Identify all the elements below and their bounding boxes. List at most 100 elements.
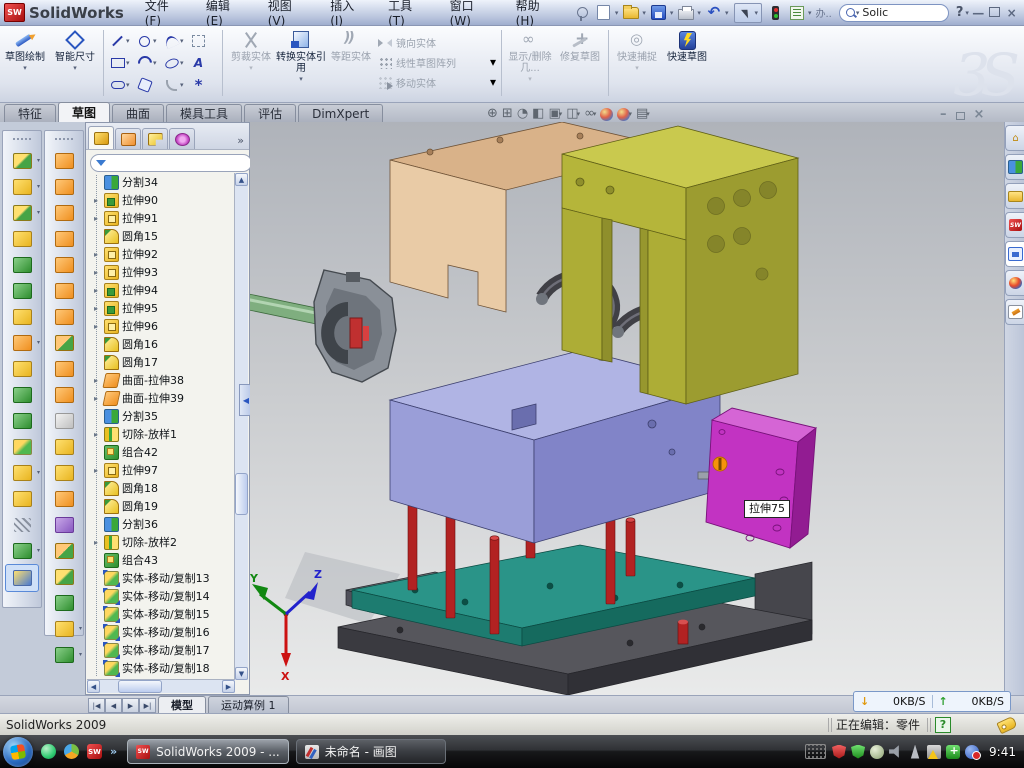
tree-item[interactable]: 实体-移动/复制14: [91, 587, 235, 605]
sketch-selbox-tool[interactable]: [190, 30, 217, 52]
expand-arrow[interactable]: ▸: [91, 466, 101, 475]
revolved-cut-button[interactable]: [3, 278, 41, 304]
menu-item[interactable]: 视图(V): [257, 0, 319, 25]
dropdown-caret[interactable]: ▾: [180, 37, 184, 45]
tree-item[interactable]: ▸拉伸95: [91, 299, 235, 317]
chamfer-button[interactable]: [3, 226, 41, 252]
filter-input[interactable]: [110, 157, 246, 170]
tree-item[interactable]: 组合43: [91, 551, 235, 569]
expand-arrow[interactable]: ▸: [91, 304, 101, 313]
tree-item[interactable]: 实体-移动/复制17: [91, 641, 235, 659]
expand-arrow[interactable]: ▸: [91, 394, 101, 403]
cylinder-feature-button[interactable]: [45, 590, 83, 616]
headsup-apply-scene-button[interactable]: ▾: [617, 108, 632, 121]
dropdown-caret[interactable]: ▾: [37, 469, 40, 476]
linear-sketch-pattern-button[interactable]: 线性草图阵列 ▾: [378, 52, 496, 72]
start-button[interactable]: [3, 737, 33, 767]
solidworks-resources-tab[interactable]: ⌂: [1005, 125, 1024, 151]
headsup-view-setting-button[interactable]: ▤▾: [636, 106, 650, 122]
linear-pattern-button[interactable]: ▾: [3, 330, 41, 356]
dropdown-caret[interactable]: ▾: [153, 37, 157, 45]
network-warning-icon[interactable]: [927, 745, 941, 759]
move-entities-dropdown-caret[interactable]: ▾: [490, 75, 496, 89]
tree-item[interactable]: 圆角19: [91, 497, 235, 515]
undo-dropdown-caret[interactable]: ▾: [725, 9, 729, 17]
dimxpertmanager-tab[interactable]: [169, 128, 195, 149]
tree-horizontal-scrollbar[interactable]: ◀ ▶: [87, 679, 235, 693]
status-help-button[interactable]: ?: [935, 717, 951, 733]
extruded-cut-button[interactable]: ▾: [3, 174, 41, 200]
reference-point-button[interactable]: ▾: [45, 616, 83, 642]
tree-item[interactable]: 实体-移动/复制18: [91, 659, 235, 677]
revolved-surface-button[interactable]: [45, 174, 83, 200]
sync-status-icon[interactable]: [965, 745, 979, 759]
dropdown-caret[interactable]: ▾: [153, 59, 157, 67]
draft-button[interactable]: [3, 382, 41, 408]
expand-arrow[interactable]: ▸: [91, 196, 101, 205]
move-copy-body-button[interactable]: [3, 434, 41, 460]
print-button[interactable]: [677, 4, 695, 22]
tree-item[interactable]: 圆角17: [91, 353, 235, 371]
configurationmanager-tab[interactable]: [142, 128, 168, 149]
window-close-button[interactable]: ×: [1003, 6, 1020, 20]
usb-device-icon[interactable]: [908, 745, 922, 759]
command-tab[interactable]: 曲面: [112, 104, 164, 122]
tree-item[interactable]: ▸拉伸90: [91, 191, 235, 209]
part-small-pin[interactable]: [678, 620, 688, 644]
security-shield-red-icon[interactable]: [832, 745, 846, 759]
sketch-spline-tool[interactable]: ▾: [163, 30, 190, 52]
vertical-scroll-thumb[interactable]: [235, 473, 248, 515]
document-properties-tab[interactable]: [1005, 299, 1024, 325]
smart-dimension-button[interactable]: 智能尺寸 ▾: [50, 26, 100, 98]
options-button[interactable]: [788, 4, 806, 22]
sketch-slot-tool[interactable]: ▾: [109, 74, 136, 96]
rib-button[interactable]: [3, 356, 41, 382]
appearances-scenes-tab[interactable]: [1005, 270, 1024, 296]
search-input[interactable]: Solic: [862, 6, 888, 19]
scroll-right-arrow[interactable]: ▶: [222, 680, 235, 693]
badge-check-icon[interactable]: [870, 745, 884, 759]
sketch-circle-tool[interactable]: ▾: [136, 30, 163, 52]
doc-restore-button[interactable]: [956, 112, 965, 120]
select-button[interactable]: [737, 4, 755, 22]
select-tool-group[interactable]: ▾: [734, 3, 762, 23]
headsup-edit-appearance-button[interactable]: [600, 108, 613, 121]
convert-entities-button[interactable]: 转换实体引用 ▾: [276, 26, 326, 98]
search-box[interactable]: ▾ Solic: [839, 4, 949, 22]
command-tab[interactable]: 草图: [58, 102, 110, 122]
spline-tool-button[interactable]: ▾: [3, 538, 41, 564]
rapid-sketch-button[interactable]: 快速草图: [662, 26, 712, 98]
lofted-surface-button[interactable]: [45, 200, 83, 226]
open-dropdown-caret[interactable]: ▾: [642, 9, 646, 17]
solidworks-icon[interactable]: SW: [87, 744, 102, 759]
dropdown-caret[interactable]: ▾: [559, 110, 563, 118]
sketch-text-tool[interactable]: [190, 52, 217, 74]
command-tab[interactable]: 模具工具: [166, 104, 242, 122]
window-restore-button[interactable]: [987, 6, 1004, 20]
trim-dropdown-caret[interactable]: ▾: [249, 64, 253, 72]
tree-item[interactable]: ▸曲面-拉伸38: [91, 371, 235, 389]
hole-wizard-button[interactable]: [3, 304, 41, 330]
sketch-point-tool[interactable]: [190, 74, 217, 96]
headsup-zoom-to-area-button[interactable]: ⊞: [502, 106, 513, 122]
tree-item[interactable]: ▸拉伸94: [91, 281, 235, 299]
dropdown-caret[interactable]: ▾: [577, 110, 581, 118]
headsup-section-view-button[interactable]: ◧: [532, 106, 544, 122]
undo-button[interactable]: ↶: [705, 4, 723, 22]
graphics-viewport[interactable]: X Y Z 拉伸75: [250, 122, 1004, 695]
boundary-surface-button[interactable]: [45, 226, 83, 252]
dropdown-caret[interactable]: ▾: [37, 183, 40, 190]
repair-sketch-button[interactable]: 修复草图: [555, 26, 605, 98]
instant3d-button[interactable]: [5, 564, 39, 592]
dropdown-caret[interactable]: ▾: [628, 110, 632, 118]
menu-item[interactable]: 工具(T): [377, 0, 439, 25]
tree-item[interactable]: ▸拉伸91: [91, 209, 235, 227]
dropdown-caret[interactable]: ▾: [37, 157, 40, 164]
swept-surface-button[interactable]: [45, 148, 83, 174]
menu-item[interactable]: 编辑(E): [195, 0, 257, 25]
dropdown-caret[interactable]: ▾: [79, 625, 82, 632]
fillet-button[interactable]: ▾: [3, 200, 41, 226]
horizontal-scroll-thumb[interactable]: [118, 680, 162, 693]
scroll-up-arrow[interactable]: ▲: [235, 173, 248, 186]
language-keyboard-icon[interactable]: [805, 744, 826, 759]
